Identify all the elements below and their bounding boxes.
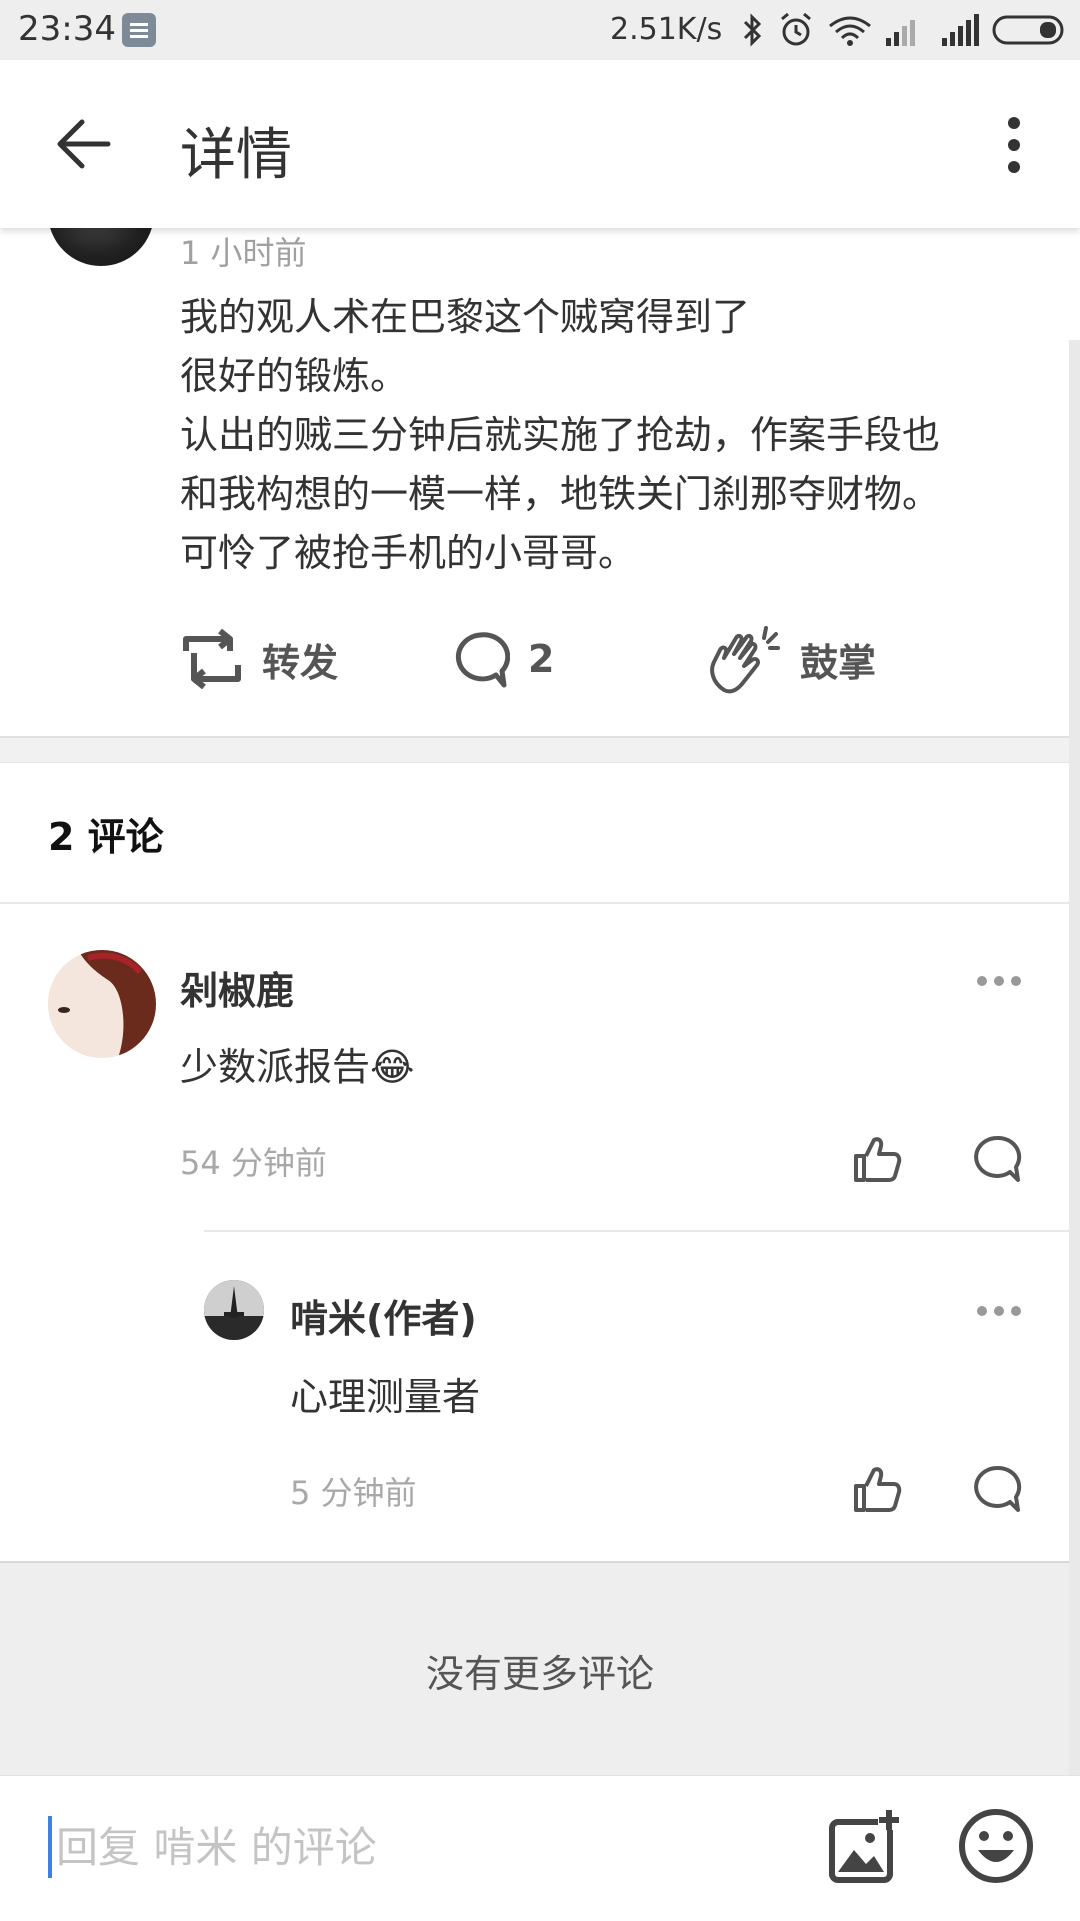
like-icon[interactable] (852, 1134, 902, 1184)
reply-name[interactable]: 啃米(作者) (290, 1288, 477, 1343)
post-line: 认出的贼三分钟后就实施了抢劫，作案手段也 (180, 413, 941, 457)
battery-icon (992, 15, 1064, 45)
arrow-left-icon[interactable] (54, 116, 114, 172)
comment-count: 2 (528, 637, 555, 681)
no-more-section: 没有更多评论 (0, 1561, 1080, 1777)
commenter-name[interactable]: 剁椒鹿 (180, 960, 294, 1015)
no-more-text: 没有更多评论 (425, 1652, 654, 1696)
status-time: 23:34 (18, 9, 116, 49)
divider (204, 1230, 1080, 1232)
comment-icon (455, 632, 510, 688)
text-cursor (48, 1816, 52, 1878)
clap-label: 鼓掌 (800, 640, 877, 685)
commenter-avatar[interactable] (48, 950, 156, 1058)
bluetooth-icon (743, 13, 762, 47)
post-line: 我的观人术在巴黎这个贼窝得到了 (180, 295, 751, 339)
more-horizontal-icon[interactable] (976, 1304, 1022, 1318)
comment-text: 少数派报告😂 (180, 1045, 415, 1089)
post-line: 很好的锻炼。 (180, 354, 409, 398)
post-line: 可怜了被抢手机的小哥哥。 (180, 531, 637, 575)
clap-icon (710, 626, 780, 694)
reply-avatar[interactable] (204, 1280, 264, 1340)
comments-count: 2 评论 (48, 815, 164, 859)
reply-input[interactable] (56, 1812, 756, 1882)
post-content: 我的观人术在巴黎这个贼窝得到了 很好的锻炼。 认出的贼三分钟后就实施了抢劫，作案… (180, 288, 1020, 583)
reply-icon[interactable] (972, 1464, 1022, 1514)
status-bar: 23:34 2.51K/s (0, 0, 1080, 60)
network-speed: 2.51K/s (610, 12, 723, 47)
section-divider (0, 736, 1080, 763)
reply-time: 5 分钟前 (290, 1474, 417, 1512)
avatar-image (48, 950, 156, 1058)
page-title: 详情 (180, 123, 292, 188)
more-horizontal-icon[interactable] (976, 974, 1022, 988)
emoji-icon[interactable] (956, 1806, 1036, 1886)
more-vertical-icon[interactable] (1000, 115, 1028, 175)
reply-icon[interactable] (972, 1134, 1022, 1184)
repost-label: 转发 (262, 640, 339, 685)
repost-button[interactable]: 转发 (180, 624, 338, 694)
like-icon[interactable] (852, 1464, 902, 1514)
avatar-image (204, 1280, 264, 1340)
comment-time: 54 分钟前 (180, 1144, 327, 1182)
notification-icon (122, 13, 156, 47)
comment-button[interactable]: 2 (450, 624, 554, 694)
signal-icon (886, 20, 915, 46)
alarm-icon (781, 12, 811, 46)
wifi-icon (829, 16, 871, 46)
signal-icon (942, 14, 979, 46)
reply-text: 心理测量者 (290, 1375, 481, 1419)
post-line: 和我构想的一模一样，地铁关门刹那夺财物。 (180, 472, 941, 516)
post-time: 1 小时前 (180, 234, 307, 272)
add-image-icon[interactable] (826, 1806, 906, 1886)
repost-icon (183, 629, 241, 689)
clap-button[interactable]: 鼓掌 (706, 624, 876, 694)
app-header: 详情 (0, 60, 1080, 228)
reply-bar (0, 1775, 1080, 1921)
divider (0, 902, 1080, 904)
scrollbar[interactable] (1069, 340, 1080, 1775)
